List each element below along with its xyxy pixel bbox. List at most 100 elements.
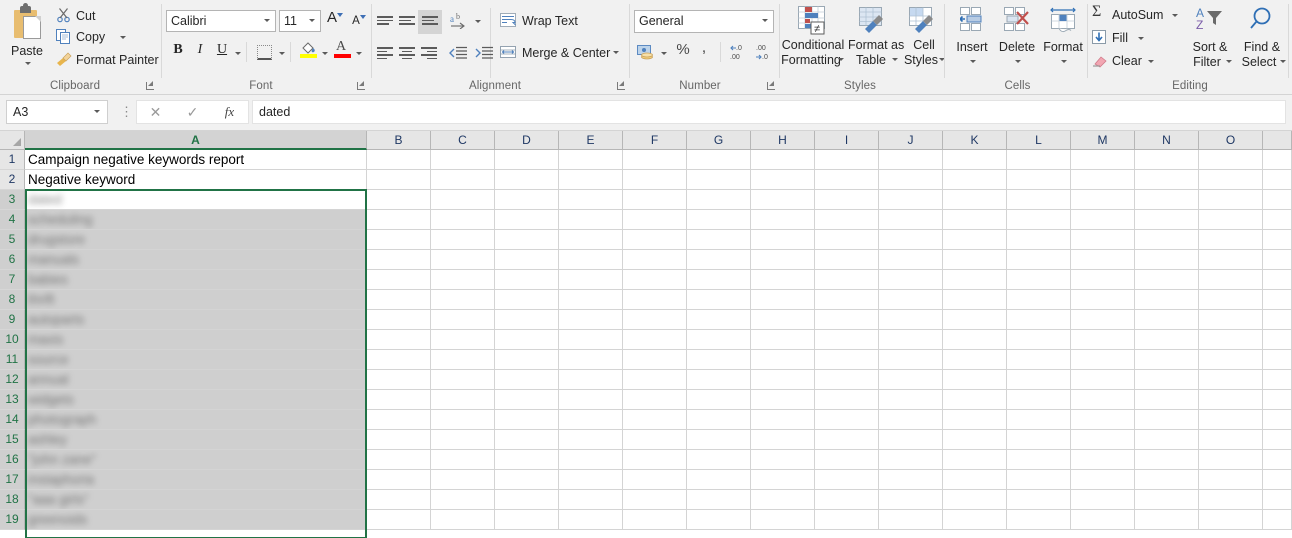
cell-H17[interactable]: [751, 470, 815, 490]
cell-partial-7[interactable]: [1263, 270, 1292, 290]
cell-D17[interactable]: [495, 470, 559, 490]
cell-M14[interactable]: [1071, 410, 1135, 430]
cell-G16[interactable]: [687, 450, 751, 470]
alignment-dialog-launcher[interactable]: [616, 80, 627, 91]
cell-H2[interactable]: [751, 170, 815, 190]
cell-C16[interactable]: [431, 450, 495, 470]
format-painter-button[interactable]: Format Painter: [54, 50, 164, 70]
cell-D2[interactable]: [495, 170, 559, 190]
cell-E19[interactable]: [559, 510, 623, 530]
cell-D11[interactable]: [495, 350, 559, 370]
cell-E1[interactable]: [559, 150, 623, 170]
cell-styles-button[interactable]: Cell Styles: [901, 4, 947, 76]
cell-B6[interactable]: [367, 250, 431, 270]
cell-L14[interactable]: [1007, 410, 1071, 430]
cell-L4[interactable]: [1007, 210, 1071, 230]
insert-caret[interactable]: [970, 60, 976, 63]
cell-I18[interactable]: [815, 490, 879, 510]
cell-N13[interactable]: [1135, 390, 1199, 410]
cell-E11[interactable]: [559, 350, 623, 370]
row-header-7[interactable]: 7: [0, 270, 25, 290]
cell-I11[interactable]: [815, 350, 879, 370]
cell-D14[interactable]: [495, 410, 559, 430]
cell-A6[interactable]: manuals: [25, 250, 367, 270]
cell-N4[interactable]: [1135, 210, 1199, 230]
cell-M5[interactable]: [1071, 230, 1135, 250]
fill-button[interactable]: Fill: [1090, 28, 1160, 48]
cell-partial-19[interactable]: [1263, 510, 1292, 530]
cut-button[interactable]: Cut: [54, 6, 154, 26]
cell-B17[interactable]: [367, 470, 431, 490]
cell-partial-10[interactable]: [1263, 330, 1292, 350]
cell-M13[interactable]: [1071, 390, 1135, 410]
cell-I2[interactable]: [815, 170, 879, 190]
sort-filter-caret[interactable]: [1226, 60, 1232, 63]
cell-L9[interactable]: [1007, 310, 1071, 330]
cell-partial-9[interactable]: [1263, 310, 1292, 330]
paste-button[interactable]: Paste: [4, 2, 50, 76]
cell-partial-16[interactable]: [1263, 450, 1292, 470]
cell-L12[interactable]: [1007, 370, 1071, 390]
align-left-button[interactable]: [374, 43, 396, 63]
cell-F6[interactable]: [623, 250, 687, 270]
cell-E12[interactable]: [559, 370, 623, 390]
cell-M11[interactable]: [1071, 350, 1135, 370]
cell-partial-2[interactable]: [1263, 170, 1292, 190]
decrease-font-size-button[interactable]: A: [348, 13, 370, 33]
row-header-16[interactable]: 16: [0, 450, 25, 470]
cell-B13[interactable]: [367, 390, 431, 410]
cell-F3[interactable]: [623, 190, 687, 210]
cell-C4[interactable]: [431, 210, 495, 230]
cell-O11[interactable]: [1199, 350, 1263, 370]
cell-O1[interactable]: [1199, 150, 1263, 170]
name-box-caret[interactable]: [94, 110, 100, 113]
cell-C9[interactable]: [431, 310, 495, 330]
cell-M19[interactable]: [1071, 510, 1135, 530]
cell-G12[interactable]: [687, 370, 751, 390]
cell-K2[interactable]: [943, 170, 1007, 190]
cell-H9[interactable]: [751, 310, 815, 330]
cell-I14[interactable]: [815, 410, 879, 430]
cell-N12[interactable]: [1135, 370, 1199, 390]
cell-M1[interactable]: [1071, 150, 1135, 170]
cell-F17[interactable]: [623, 470, 687, 490]
cell-H1[interactable]: [751, 150, 815, 170]
row-header-1[interactable]: 1: [0, 150, 25, 170]
cell-D5[interactable]: [495, 230, 559, 250]
cell-L16[interactable]: [1007, 450, 1071, 470]
cell-K5[interactable]: [943, 230, 1007, 250]
row-header-5[interactable]: 5: [0, 230, 25, 250]
cell-E9[interactable]: [559, 310, 623, 330]
cell-G4[interactable]: [687, 210, 751, 230]
column-header-c[interactable]: C: [431, 131, 495, 150]
cell-N16[interactable]: [1135, 450, 1199, 470]
clear-caret[interactable]: [1148, 60, 1154, 63]
cell-A13[interactable]: widgets: [25, 390, 367, 410]
cell-I9[interactable]: [815, 310, 879, 330]
cell-D19[interactable]: [495, 510, 559, 530]
borders-button[interactable]: [254, 42, 276, 64]
cell-K7[interactable]: [943, 270, 1007, 290]
cell-D10[interactable]: [495, 330, 559, 350]
cell-N18[interactable]: [1135, 490, 1199, 510]
column-header-h[interactable]: H: [751, 131, 815, 150]
cell-D8[interactable]: [495, 290, 559, 310]
cell-O16[interactable]: [1199, 450, 1263, 470]
cell-I4[interactable]: [815, 210, 879, 230]
cell-I17[interactable]: [815, 470, 879, 490]
format-as-table-button[interactable]: Format as Table: [848, 4, 904, 76]
cell-B8[interactable]: [367, 290, 431, 310]
cell-L3[interactable]: [1007, 190, 1071, 210]
cell-K15[interactable]: [943, 430, 1007, 450]
cell-N6[interactable]: [1135, 250, 1199, 270]
cell-G17[interactable]: [687, 470, 751, 490]
cell-E15[interactable]: [559, 430, 623, 450]
cell-B1[interactable]: [367, 150, 431, 170]
cell-E16[interactable]: [559, 450, 623, 470]
cell-N2[interactable]: [1135, 170, 1199, 190]
cell-H12[interactable]: [751, 370, 815, 390]
cell-D9[interactable]: [495, 310, 559, 330]
cell-O19[interactable]: [1199, 510, 1263, 530]
cell-M15[interactable]: [1071, 430, 1135, 450]
cell-A18[interactable]: "aaa girls": [25, 490, 367, 510]
